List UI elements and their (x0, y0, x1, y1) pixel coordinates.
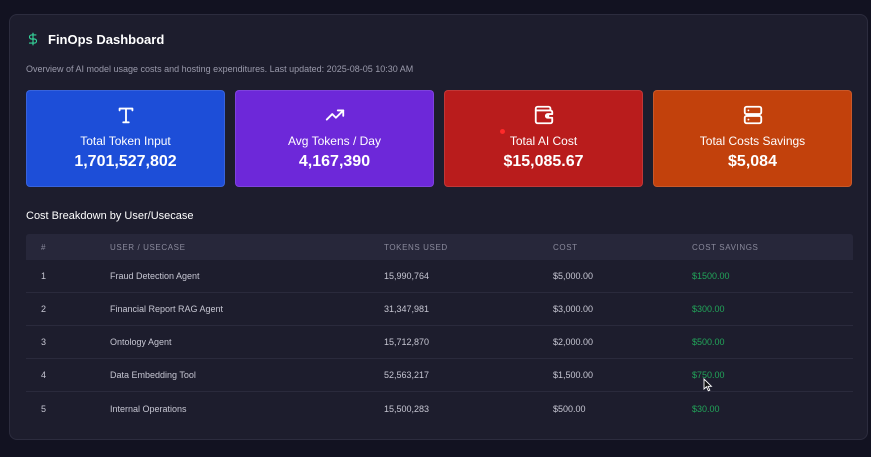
dashboard-panel: FinOps Dashboard Overview of AI model us… (9, 14, 868, 440)
summary-cards: Total Token Input 1,701,527,802 Avg Toke… (26, 90, 852, 187)
row-number: 2 (41, 304, 47, 314)
server-icon (742, 104, 764, 126)
header: FinOps Dashboard (26, 30, 164, 48)
column-header[interactable]: COST SAVINGS (692, 243, 853, 252)
card-value: 1,701,527,802 (74, 153, 177, 170)
tokens-cell: 31,347,981 (384, 304, 430, 314)
column-header[interactable]: COST (553, 243, 692, 252)
mouse-cursor-icon (703, 378, 713, 392)
breakdown-table: # USER / USECASE TOKENS USED COST COST S… (26, 234, 853, 425)
card-label: Total Costs Savings (699, 134, 806, 148)
row-number: 1 (41, 271, 47, 281)
dollar-icon (26, 30, 42, 48)
card-total-costs-savings: Total Costs Savings $5,084 (653, 90, 852, 187)
card-total-ai-cost: Total AI Cost $15,085.67 (444, 90, 643, 187)
column-header[interactable]: # (26, 243, 110, 252)
usecase-cell: Data Embedding Tool (110, 370, 196, 380)
usecase-cell: Internal Operations (110, 403, 187, 414)
red-dot-indicator (500, 129, 505, 134)
savings-cell: $30.00 (692, 403, 720, 414)
text-icon (115, 104, 137, 126)
savings-cell: $500.00 (692, 337, 725, 347)
tokens-cell: 52,563,217 (384, 370, 430, 380)
card-label: Total AI Cost (509, 134, 578, 148)
tokens-cell: 15,500,283 (384, 403, 430, 414)
card-total-token-input: Total Token Input 1,701,527,802 (26, 90, 225, 187)
breakdown-title: Cost Breakdown by User/Usecase (26, 210, 194, 222)
card-value: $5,084 (728, 153, 777, 170)
cost-cell: $1,500.00 (553, 370, 594, 380)
page-subtitle: Overview of AI model usage costs and hos… (26, 64, 414, 74)
usecase-cell: Financial Report RAG Agent (110, 304, 224, 314)
wallet-icon (533, 104, 555, 126)
row-number: 5 (41, 403, 47, 414)
table-row[interactable]: 4 Data Embedding Tool 52,563,217 $1,500.… (26, 359, 853, 392)
table-header: # USER / USECASE TOKENS USED COST COST S… (26, 234, 853, 260)
column-header[interactable]: TOKENS USED (384, 243, 553, 252)
table-row[interactable]: 1 Fraud Detection Agent 15,990,764 $5,00… (26, 260, 853, 293)
row-number: 3 (41, 337, 47, 347)
tokens-cell: 15,712,870 (384, 337, 430, 347)
card-value: $15,085.67 (503, 153, 584, 170)
cost-cell: $2,000.00 (553, 337, 594, 347)
cost-cell: $5,000.00 (553, 271, 594, 281)
cost-cell: $3,000.00 (553, 304, 594, 314)
cost-cell: $500.00 (553, 403, 586, 414)
tokens-cell: 15,990,764 (384, 271, 430, 281)
column-header[interactable]: USER / USECASE (110, 243, 384, 252)
table-row[interactable]: 3 Ontology Agent 15,712,870 $2,000.00 $5… (26, 326, 853, 359)
table-row[interactable]: 2 Financial Report RAG Agent 31,347,981 … (26, 293, 853, 326)
card-label: Total Token Input (80, 134, 171, 148)
table-row[interactable]: 5 Internal Operations 15,500,283 $500.00… (26, 392, 853, 425)
card-label: Avg Tokens / Day (288, 134, 381, 148)
card-value: 4,167,390 (298, 153, 371, 170)
trending-up-icon (324, 104, 346, 126)
usecase-cell: Ontology Agent (110, 337, 172, 347)
savings-cell: $300.00 (692, 304, 725, 314)
savings-cell: $750.00 (692, 370, 725, 380)
page-title: FinOps Dashboard (48, 31, 165, 47)
savings-cell: $1500.00 (692, 271, 730, 281)
usecase-cell: Fraud Detection Agent (110, 271, 200, 281)
card-avg-tokens-day: Avg Tokens / Day 4,167,390 (235, 90, 434, 187)
row-number: 4 (41, 370, 47, 380)
